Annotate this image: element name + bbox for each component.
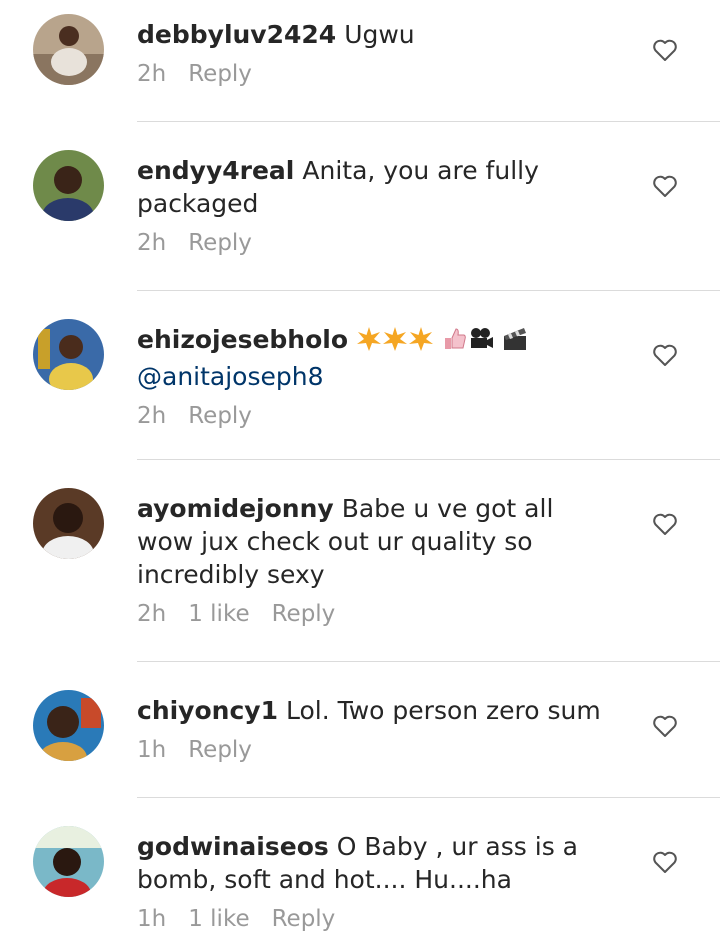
comments-list: debbyluv2424 Ugwu 2h Reply endyy4real Anita… (0, 0, 720, 936)
comment-like-count[interactable]: 1 like (188, 906, 249, 932)
star-burst-emoji (356, 326, 382, 360)
comment-mention[interactable]: @anitajoseph8 (137, 362, 324, 391)
reply-button[interactable]: Reply (188, 230, 252, 256)
avatar[interactable] (33, 150, 104, 221)
heart-outline-icon[interactable] (652, 38, 678, 62)
comment-time: 1h (137, 906, 167, 932)
comment-username[interactable]: godwinaiseos (137, 832, 329, 861)
comment-time: 1h (137, 737, 167, 763)
avatar[interactable] (33, 14, 104, 85)
comment-time: 2h (137, 61, 167, 87)
star-burst-emoji (408, 326, 434, 360)
comment-username[interactable]: debbyluv2424 (137, 20, 336, 49)
reply-button[interactable]: Reply (272, 906, 336, 932)
avatar[interactable] (33, 826, 104, 897)
comment-username[interactable]: ayomidejonny (137, 494, 334, 523)
reply-button[interactable]: Reply (188, 737, 252, 763)
heart-outline-icon[interactable] (652, 343, 678, 367)
heart-outline-icon[interactable] (652, 714, 678, 738)
heart-outline-icon[interactable] (652, 174, 678, 198)
avatar[interactable] (33, 319, 104, 390)
comment-time: 2h (137, 230, 167, 256)
thumbs-up-emoji (442, 326, 468, 360)
comment-like-count[interactable]: 1 like (188, 601, 249, 627)
divider (137, 797, 720, 798)
reply-button[interactable]: Reply (188, 403, 252, 429)
comment-username[interactable]: endyy4real (137, 156, 294, 185)
comment-time: 2h (137, 403, 167, 429)
avatar[interactable] (33, 690, 104, 761)
divider (137, 290, 720, 291)
comment-time: 2h (137, 601, 167, 627)
reply-button[interactable]: Reply (188, 61, 252, 87)
comment-username[interactable]: ehizojesebholo (137, 325, 348, 354)
divider (137, 459, 720, 460)
comment-text: Lol. Two person zero sum (285, 696, 601, 725)
divider (137, 661, 720, 662)
comment-username[interactable]: chiyoncy1 (137, 696, 278, 725)
avatar[interactable] (33, 488, 104, 559)
star-burst-emoji (382, 326, 408, 360)
movie-camera-emoji (468, 326, 494, 360)
clapperboard-emoji (502, 326, 528, 360)
comment-text: Ugwu (344, 20, 415, 49)
heart-outline-icon[interactable] (652, 850, 678, 874)
reply-button[interactable]: Reply (272, 601, 336, 627)
heart-outline-icon[interactable] (652, 512, 678, 536)
divider (137, 121, 720, 122)
